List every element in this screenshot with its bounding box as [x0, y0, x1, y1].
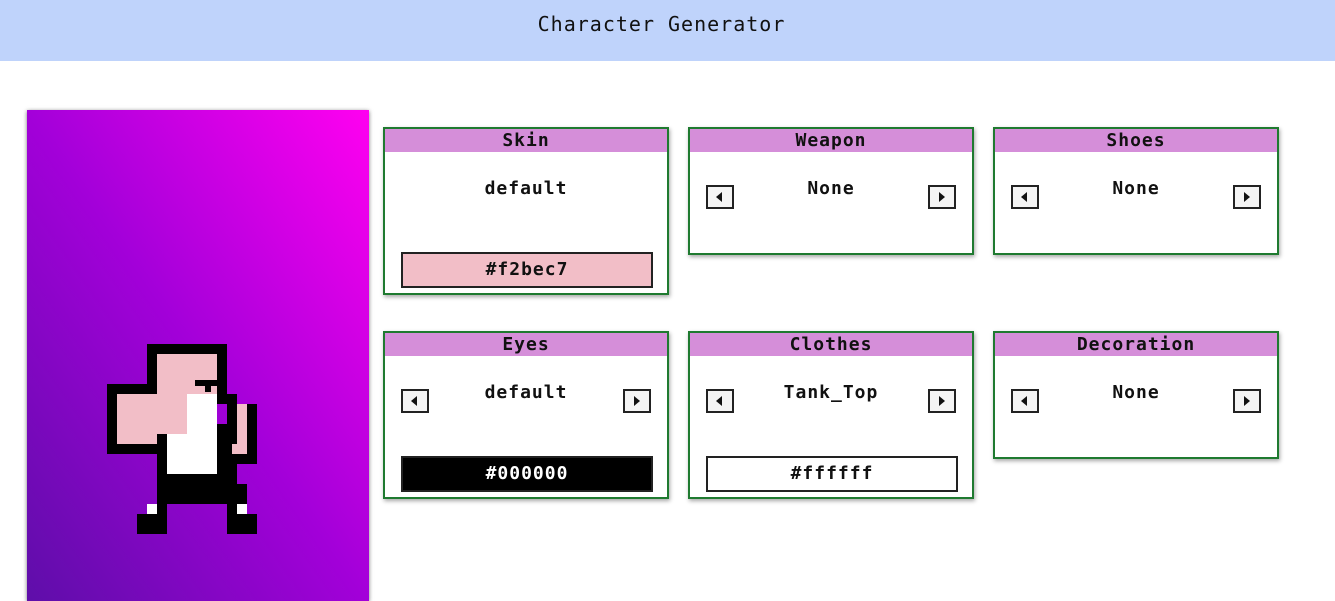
sprite-leg: [227, 514, 257, 534]
sprite-torso-outline: [227, 404, 237, 424]
eyes-color-picker[interactable]: #000000: [401, 456, 653, 492]
character-preview: [27, 110, 369, 601]
sprite-backarm-skin: [232, 444, 247, 454]
shoes-panel-title: Shoes: [995, 129, 1277, 152]
weapon-next-button[interactable]: [928, 185, 956, 209]
eyes-next-button[interactable]: [623, 389, 651, 413]
page-title: Character Generator: [537, 12, 786, 36]
shoes-panel: Shoes None: [993, 127, 1279, 255]
clothes-panel: Clothes Tank_Top #ffffff: [688, 331, 974, 499]
eyes-panel-title: Eyes: [385, 333, 667, 356]
skin-selector: default: [385, 152, 667, 224]
decoration-panel: Decoration None: [993, 331, 1279, 459]
sprite-torso-outline: [217, 394, 237, 404]
shoes-next-button[interactable]: [1233, 185, 1261, 209]
sprite-foot-white: [237, 504, 247, 514]
skin-panel: Skin default #f2bec7: [383, 127, 669, 295]
shoes-selector: None: [995, 152, 1277, 224]
sprite-pants: [157, 474, 237, 504]
title-bar: Character Generator: [0, 0, 1335, 61]
eyes-selector: default: [385, 356, 667, 428]
skin-value: default: [484, 178, 568, 199]
weapon-selector: None: [690, 152, 972, 224]
weapon-panel: Weapon None: [688, 127, 974, 255]
sprite-torso-outline: [157, 434, 167, 474]
eyes-color-label: #000000: [485, 463, 569, 484]
eyes-panel: Eyes default #000000: [383, 331, 669, 499]
skin-color-picker[interactable]: #f2bec7: [401, 252, 653, 288]
decoration-next-button[interactable]: [1233, 389, 1261, 413]
sprite-torso-skin: [167, 394, 187, 434]
clothes-next-button[interactable]: [928, 389, 956, 413]
clothes-color-label: #ffffff: [790, 463, 874, 484]
weapon-panel-title: Weapon: [690, 129, 972, 152]
sprite-eye: [205, 380, 211, 392]
sprite-backarm-outline: [227, 454, 257, 464]
clothes-selector: Tank_Top: [690, 356, 972, 428]
skin-color-label: #f2bec7: [485, 259, 569, 280]
sprite-foot-white: [147, 504, 157, 514]
sprite-head-outline: [147, 344, 157, 384]
character-sprite: [107, 344, 257, 534]
clothes-color-picker[interactable]: #ffffff: [706, 456, 958, 492]
sprite-backarm-skin: [237, 404, 247, 444]
clothes-panel-title: Clothes: [690, 333, 972, 356]
skin-panel-title: Skin: [385, 129, 667, 152]
decoration-panel-title: Decoration: [995, 333, 1277, 356]
decoration-selector: None: [995, 356, 1277, 428]
sprite-arm-outline: [107, 384, 117, 454]
sprite-leg: [137, 514, 157, 534]
sprite-head-outline: [147, 344, 227, 354]
